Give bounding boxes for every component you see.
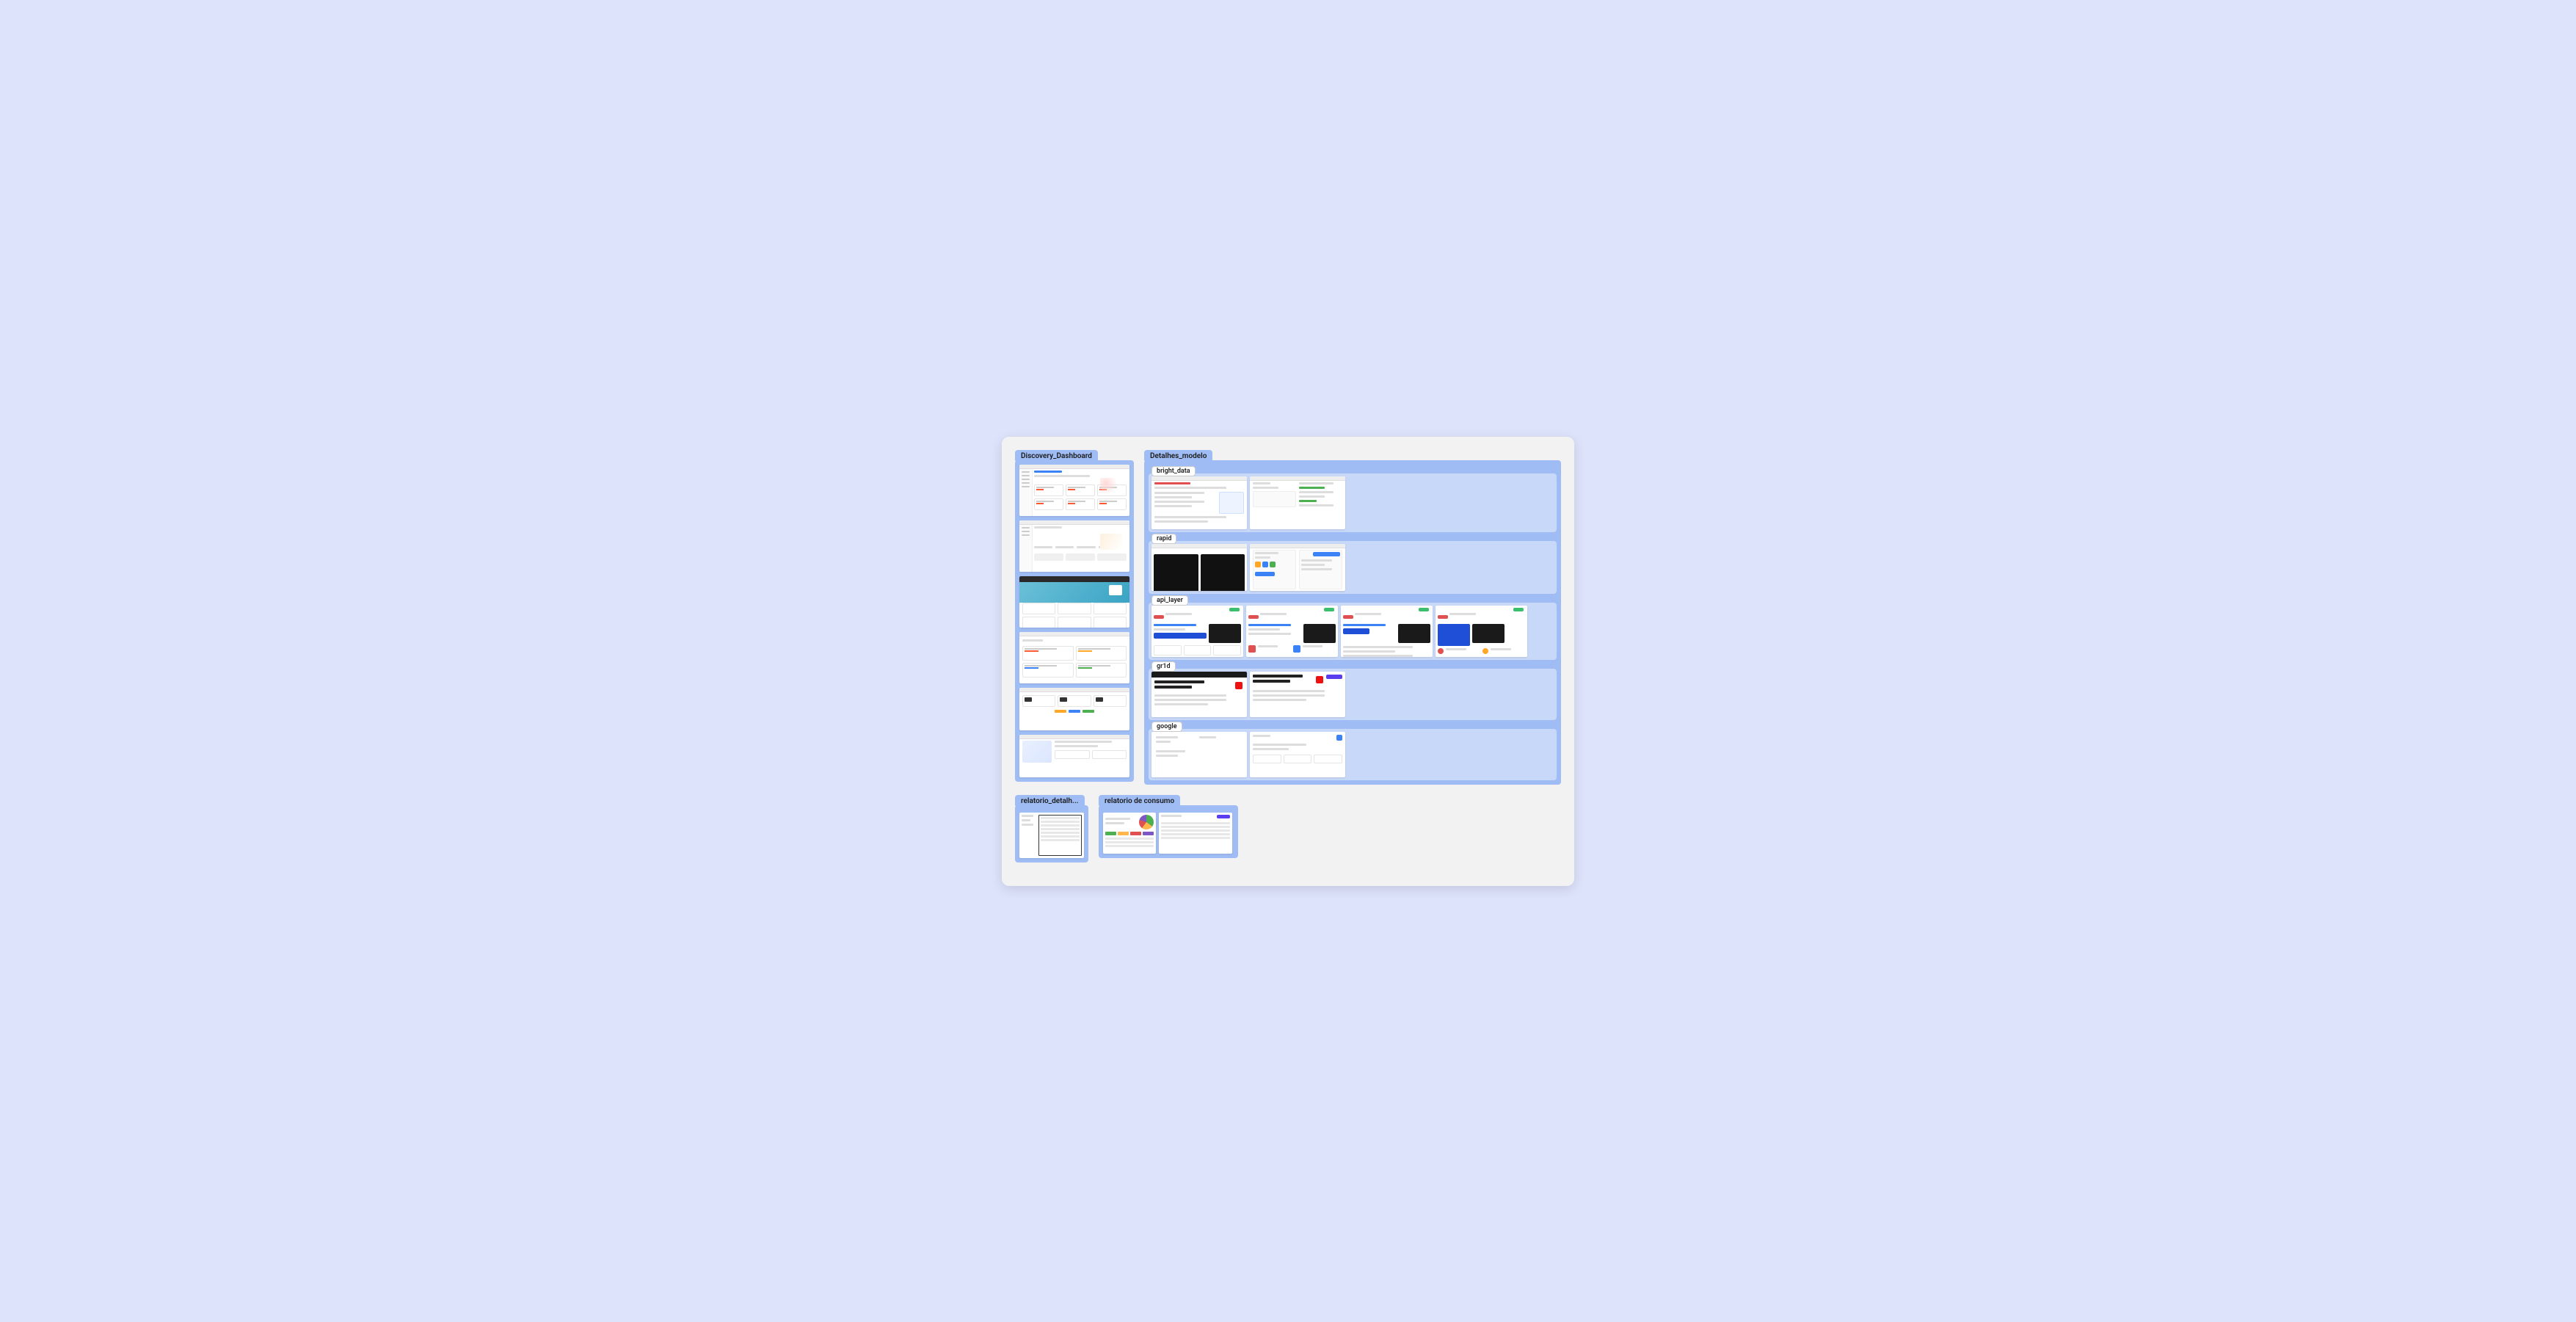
frame-thumbnail[interactable]: [1019, 735, 1129, 777]
frame-thumbnail[interactable]: [1019, 813, 1084, 858]
frame-thumbnail[interactable]: [1151, 476, 1247, 529]
frame-thumbnail[interactable]: [1246, 606, 1338, 657]
subsection-rapid[interactable]: rapid: [1149, 541, 1557, 594]
section-label-discovery: Discovery_Dashboard: [1015, 450, 1098, 462]
frame-thumbnail[interactable]: [1151, 606, 1243, 657]
sub-label-rapid: rapid: [1151, 534, 1176, 544]
section-label-relatorio-detalh: relatorio_detalh...: [1015, 795, 1085, 807]
frame-thumbnail[interactable]: [1151, 544, 1247, 591]
section-relatorio-detalh[interactable]: relatorio_detalh...: [1015, 805, 1088, 862]
subsection-api-layer[interactable]: api_layer: [1149, 603, 1557, 660]
section-relatorio-consumo[interactable]: relatorio de consumo: [1099, 805, 1238, 858]
frame-thumbnail[interactable]: [1250, 672, 1345, 717]
frame-thumbnail[interactable]: [1159, 813, 1232, 854]
frame-thumbnail[interactable]: [1250, 732, 1345, 777]
subsection-gr1d[interactable]: gr1d: [1149, 669, 1557, 720]
frame-thumbnail[interactable]: [1019, 465, 1129, 516]
sub-label-google: google: [1151, 722, 1182, 732]
frame-thumbnail[interactable]: [1151, 672, 1247, 717]
sub-label-gr1d: gr1d: [1151, 661, 1176, 672]
frame-thumbnail[interactable]: [1019, 576, 1129, 628]
sub-label-bright-data: bright_data: [1151, 466, 1196, 476]
section-detalhes-modelo[interactable]: Detalhes_modelo bright_data: [1144, 460, 1561, 785]
frame-thumbnail[interactable]: [1151, 732, 1247, 777]
frame-thumbnail[interactable]: [1250, 476, 1345, 529]
frame-thumbnail[interactable]: [1103, 813, 1156, 854]
section-label-relatorio-consumo: relatorio de consumo: [1099, 795, 1180, 807]
design-canvas[interactable]: Discovery_Dashboard: [1002, 437, 1574, 886]
frame-thumbnail[interactable]: [1019, 688, 1129, 730]
section-discovery-dashboard[interactable]: Discovery_Dashboard: [1015, 460, 1134, 782]
frame-thumbnail[interactable]: [1436, 606, 1527, 657]
frame-thumbnail[interactable]: [1019, 520, 1129, 572]
frame-thumbnail[interactable]: [1019, 632, 1129, 683]
subsection-google[interactable]: google: [1149, 729, 1557, 780]
subsection-bright-data[interactable]: bright_data: [1149, 473, 1557, 532]
sub-label-api-layer: api_layer: [1151, 595, 1188, 606]
frame-thumbnail[interactable]: [1341, 606, 1433, 657]
section-label-detalhes: Detalhes_modelo: [1144, 450, 1212, 462]
frame-thumbnail[interactable]: [1250, 544, 1345, 591]
